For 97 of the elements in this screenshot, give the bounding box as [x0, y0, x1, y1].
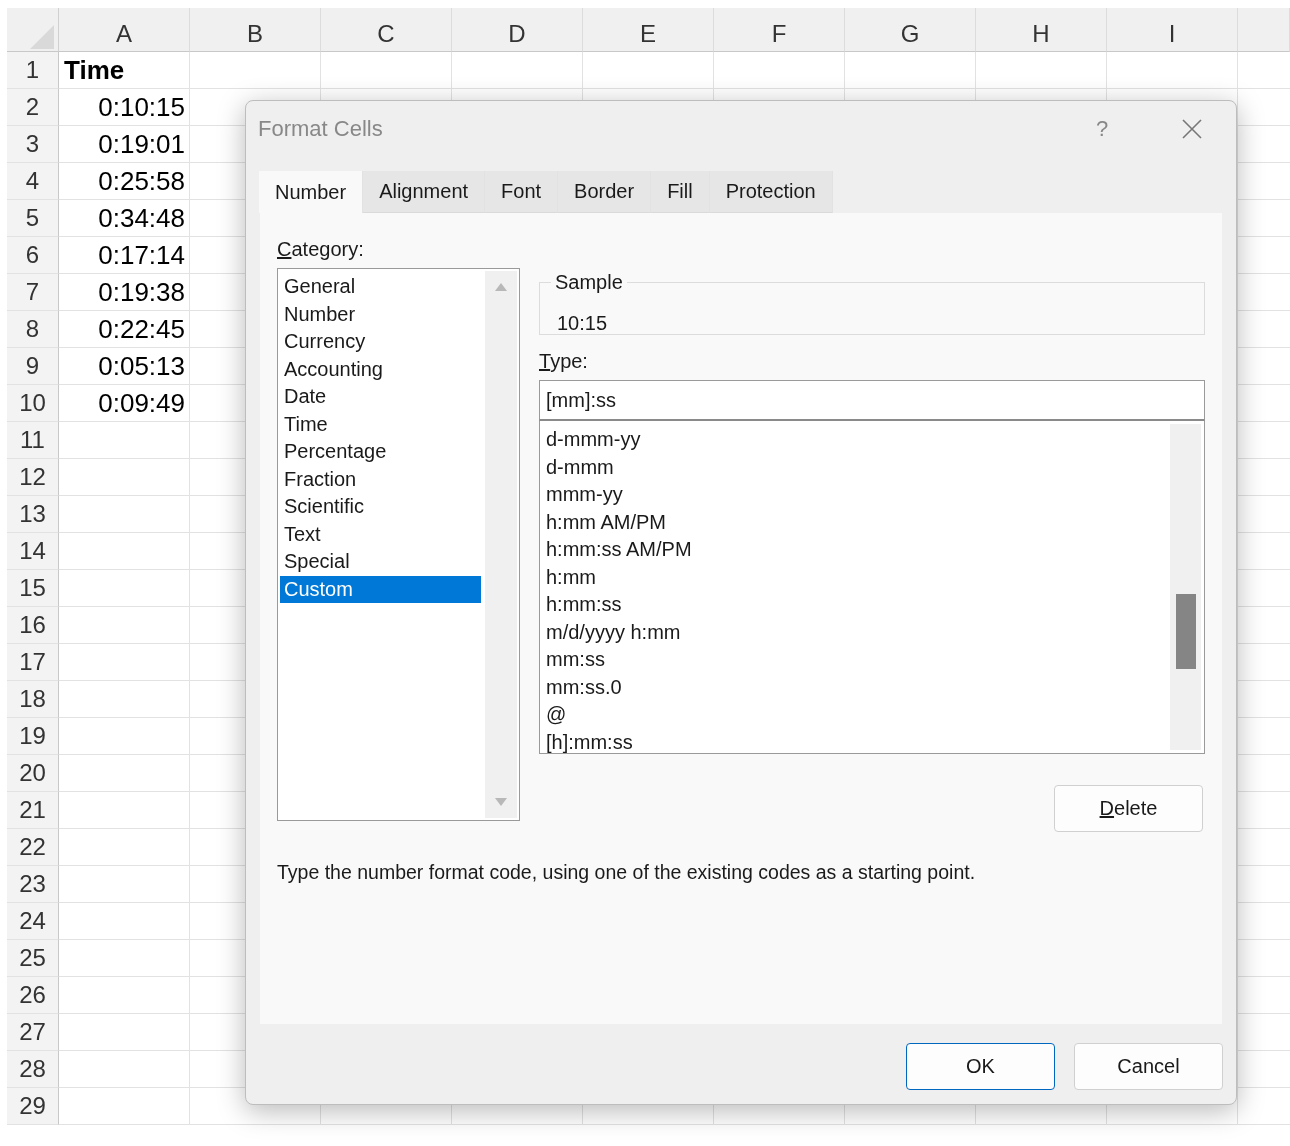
- tab[interactable]: Font: [485, 171, 559, 213]
- table-cell-text: 0:10:15: [97, 91, 186, 124]
- row-header[interactable]: 8: [7, 311, 59, 348]
- row-header[interactable]: 4: [7, 163, 59, 200]
- table-cell-text: 0:25:58: [97, 165, 186, 198]
- scroll-up-icon[interactable]: [495, 283, 507, 291]
- list-item[interactable]: [h]:mm:ss: [542, 728, 1168, 756]
- column-header[interactable]: H: [976, 8, 1107, 52]
- row-header[interactable]: 11: [7, 422, 59, 459]
- scroll-down-icon[interactable]: [495, 798, 507, 806]
- row-header[interactable]: 23: [7, 866, 59, 903]
- sample-legend: Sample: [551, 270, 627, 294]
- list-item[interactable]: h:mm AM/PM: [542, 508, 1168, 536]
- row-header[interactable]: 1: [7, 52, 59, 89]
- column-header[interactable]: C: [321, 8, 452, 52]
- table-cell-text: 0:19:38: [97, 276, 186, 309]
- column-header[interactable]: E: [583, 8, 714, 52]
- row-header[interactable]: 2: [7, 89, 59, 126]
- list-item[interactable]: Percentage: [280, 438, 481, 466]
- row-header[interactable]: 21: [7, 792, 59, 829]
- row-header[interactable]: 13: [7, 496, 59, 533]
- description-text: Type the number format code, using one of the existing codes as a starting point.: [277, 860, 977, 884]
- tab[interactable]: Fill: [651, 171, 710, 213]
- row-header[interactable]: 29: [7, 1088, 59, 1125]
- close-icon: [1182, 118, 1202, 139]
- category-label: Category:: [277, 237, 364, 261]
- row-header[interactable]: 9: [7, 348, 59, 385]
- row-header[interactable]: 12: [7, 459, 59, 496]
- list-item[interactable]: mm:ss.0: [542, 673, 1168, 701]
- row-header[interactable]: 20: [7, 755, 59, 792]
- row-header[interactable]: 16: [7, 607, 59, 644]
- row-header[interactable]: 24: [7, 903, 59, 940]
- sample-value: 10:15: [557, 312, 609, 335]
- list-item[interactable]: Fraction: [280, 465, 481, 493]
- row-header[interactable]: 25: [7, 940, 59, 977]
- list-item[interactable]: mm:ss: [542, 646, 1168, 674]
- category-list[interactable]: General Number Currency Accounting Date Time Percentage Fraction Scientific Text Special Custom: [277, 268, 520, 821]
- column-header[interactable]: D: [452, 8, 583, 52]
- dialog-title: Format Cells: [258, 115, 384, 142]
- table-cell-text: 0:22:45: [97, 313, 186, 346]
- ok-button[interactable]: OK: [906, 1043, 1055, 1090]
- tab[interactable]: Border: [558, 171, 652, 213]
- list-item[interactable]: Currency: [280, 328, 481, 356]
- list-item[interactable]: General: [280, 273, 481, 301]
- table-cell-text: 0:09:49: [97, 387, 186, 420]
- list-item[interactable]: @: [542, 701, 1168, 729]
- list-item[interactable]: Accounting: [280, 355, 481, 383]
- column-header[interactable]: [1238, 8, 1290, 52]
- table-cell-text: Time: [63, 54, 126, 87]
- column-header[interactable]: I: [1107, 8, 1238, 52]
- list-item[interactable]: h:mm: [542, 563, 1168, 591]
- row-header[interactable]: 27: [7, 1014, 59, 1051]
- row-header[interactable]: 14: [7, 533, 59, 570]
- table-cell-text: 0:17:14: [97, 239, 186, 272]
- column-header[interactable]: G: [845, 8, 976, 52]
- list-item[interactable]: Date: [280, 383, 481, 411]
- scrollbar[interactable]: [485, 271, 517, 818]
- list-item[interactable]: Scientific: [280, 493, 481, 521]
- row-header[interactable]: 10: [7, 385, 59, 422]
- list-item[interactable]: Time: [280, 410, 481, 438]
- list-item[interactable]: Special: [280, 548, 481, 576]
- column-header[interactable]: A: [59, 8, 190, 52]
- column-header[interactable]: B: [190, 8, 321, 52]
- tab[interactable]: Protection: [709, 171, 833, 213]
- type-label: Type:: [539, 349, 588, 373]
- row-header[interactable]: 3: [7, 126, 59, 163]
- list-item[interactable]: h:mm:ss AM/PM: [542, 536, 1168, 564]
- tab[interactable]: Number: [259, 171, 364, 213]
- table-cell-text: 0:19:01: [97, 128, 186, 161]
- table-cell-text: 0:34:48: [97, 202, 186, 235]
- list-item[interactable]: Custom: [280, 575, 481, 603]
- list-item[interactable]: d-mmm: [542, 453, 1168, 481]
- row-header[interactable]: 7: [7, 274, 59, 311]
- row-header[interactable]: 6: [7, 237, 59, 274]
- delete-button[interactable]: Delete: [1054, 785, 1203, 832]
- row-header[interactable]: 5: [7, 200, 59, 237]
- table-cell-text: 0:05:13: [97, 350, 186, 383]
- format-list[interactable]: d-mmm-yy d-mmm mmm-yy h:mm AM/PM h:mm:ss AM/PM h:mm h:mm:ss m/d/yyyy h:mm mm:ss mm:ss.0 @ [h]:mm:ss: [539, 421, 1205, 754]
- cancel-button[interactable]: Cancel: [1074, 1043, 1223, 1090]
- column-header[interactable]: F: [714, 8, 845, 52]
- scroll-thumb[interactable]: [1175, 594, 1196, 669]
- row-header[interactable]: 28: [7, 1051, 59, 1088]
- row-header[interactable]: 22: [7, 829, 59, 866]
- row-header[interactable]: 15: [7, 570, 59, 607]
- row-header[interactable]: 17: [7, 644, 59, 681]
- row-header[interactable]: 19: [7, 718, 59, 755]
- scrollbar[interactable]: [1170, 424, 1201, 750]
- list-item[interactable]: Text: [280, 520, 481, 548]
- type-input-field[interactable]: [mm]:ss: [539, 380, 1205, 421]
- list-item[interactable]: m/d/yyyy h:mm: [542, 618, 1168, 646]
- list-item[interactable]: Number: [280, 300, 481, 328]
- list-item[interactable]: h:mm:ss: [542, 591, 1168, 619]
- tab[interactable]: Alignment: [363, 171, 486, 213]
- list-item[interactable]: mmm-yy: [542, 481, 1168, 509]
- row-header[interactable]: 26: [7, 977, 59, 1014]
- list-item[interactable]: d-mmm-yy: [542, 426, 1168, 454]
- row-header[interactable]: 18: [7, 681, 59, 718]
